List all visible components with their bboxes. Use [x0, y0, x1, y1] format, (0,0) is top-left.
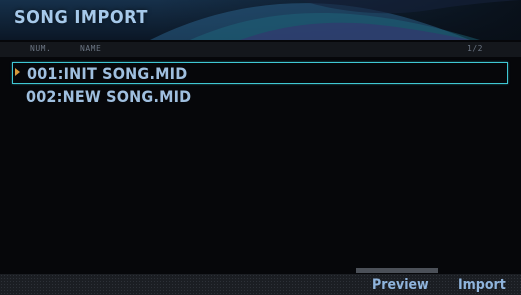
scroll-indicator[interactable] [356, 268, 438, 273]
song-list-item[interactable]: 001:INIT SONG.MID [12, 62, 508, 84]
column-name-label: NAME [80, 44, 102, 53]
page-title: SONG IMPORT [14, 7, 148, 28]
song-file-label: 001:INIT SONG.MID [27, 64, 188, 83]
song-import-screen: SONG IMPORT NUM. NAME 1/2 001:INIT SONG.… [0, 0, 521, 295]
song-file-label: 002:NEW SONG.MID [26, 87, 192, 106]
function-bar: Preview Import [0, 274, 521, 295]
column-header: NUM. NAME 1/2 [0, 42, 521, 57]
cursor-arrow-icon [15, 68, 20, 76]
page-indicator: 1/2 [467, 44, 483, 53]
preview-button[interactable]: Preview [372, 277, 429, 293]
header-bar: SONG IMPORT [0, 0, 521, 40]
song-list-item[interactable]: 002:NEW SONG.MID [12, 86, 508, 108]
import-button[interactable]: Import [458, 277, 506, 293]
column-num-label: NUM. [30, 44, 52, 53]
